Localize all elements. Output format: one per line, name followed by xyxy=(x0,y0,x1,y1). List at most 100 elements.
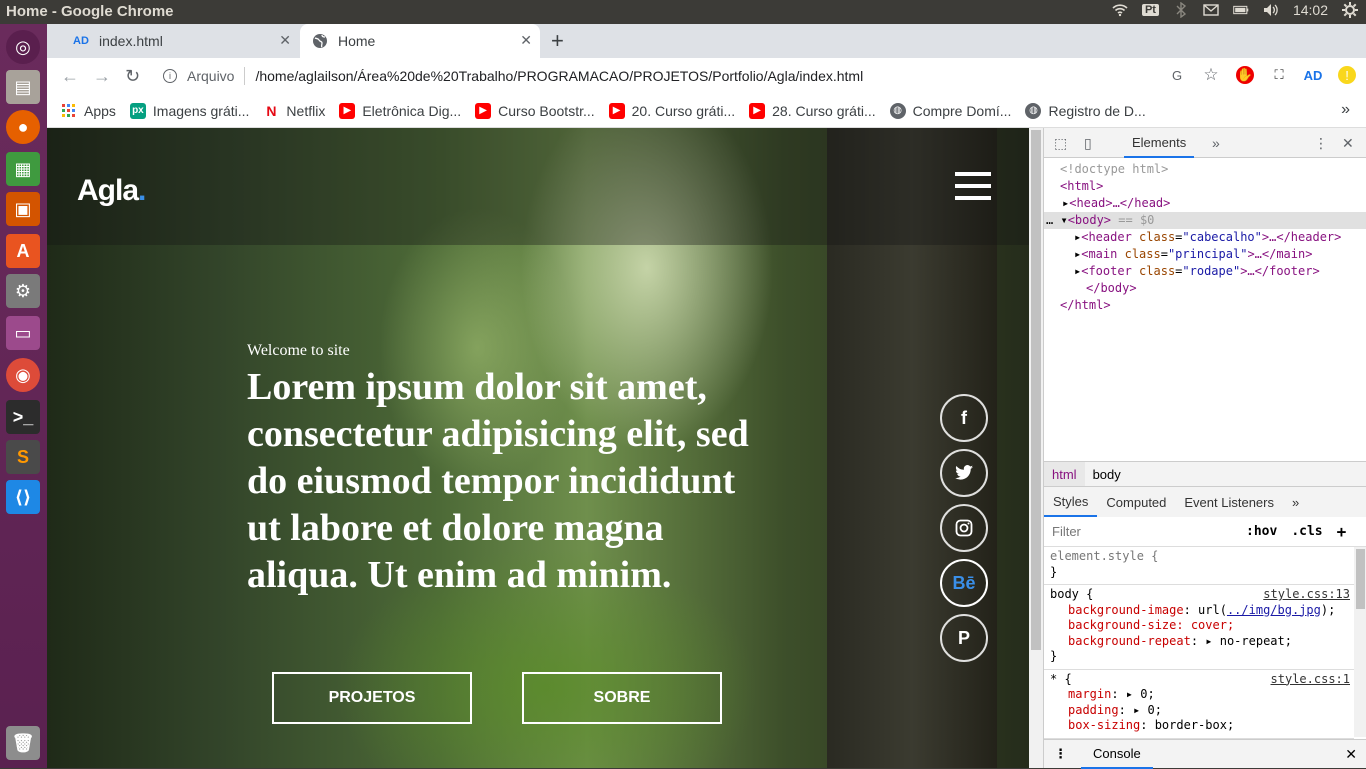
hov-toggle[interactable]: :hov xyxy=(1246,524,1277,539)
css-property[interactable]: margin: ▸ 0; xyxy=(1050,687,1348,703)
close-drawer-icon[interactable]: ✕ xyxy=(1345,746,1357,763)
keyboard-layout-indicator[interactable]: Pt xyxy=(1141,4,1159,16)
styles-scrollbar[interactable] xyxy=(1354,547,1366,737)
breadcrumb-html[interactable]: html xyxy=(1044,462,1085,486)
bookmark-item[interactable]: ▶ 28. Curso gráti... xyxy=(749,102,876,119)
settings-gear-icon[interactable] xyxy=(1342,2,1358,18)
dom-node[interactable]: ▸<main class="principal">…</main> xyxy=(1044,246,1366,263)
projects-button[interactable]: PROJETOS xyxy=(272,672,472,724)
mail-icon[interactable] xyxy=(1203,2,1219,18)
cls-toggle[interactable]: .cls xyxy=(1291,524,1322,539)
bookmark-item[interactable]: ▶ Eletrônica Dig... xyxy=(339,102,461,119)
vscode-icon[interactable]: ⟨⟩ xyxy=(6,480,40,514)
element-style-rule[interactable]: element.style { } xyxy=(1044,547,1354,585)
translate-icon[interactable]: G xyxy=(1168,66,1186,84)
ubuntu-dash-icon[interactable]: ◎ xyxy=(6,30,40,64)
bluetooth-icon[interactable] xyxy=(1173,2,1189,18)
dom-node[interactable]: ▸<footer class="rodape">…</footer> xyxy=(1044,263,1366,280)
bg-image-link[interactable]: ../img/bg.jpg xyxy=(1227,603,1321,617)
calc-spreadsheet-icon[interactable]: ▦ xyxy=(6,152,40,186)
dom-node[interactable]: </body> xyxy=(1044,280,1366,297)
inspect-element-icon[interactable]: ⬚ xyxy=(1054,135,1067,152)
tab-console[interactable]: Console xyxy=(1081,740,1153,769)
bookmark-item[interactable]: ◍ Compre Domí... xyxy=(889,102,1011,119)
sublime-text-icon[interactable]: S xyxy=(6,440,40,474)
page-scrollbar[interactable] xyxy=(1029,128,1043,768)
trash-icon[interactable]: 🗑 xyxy=(6,726,40,760)
software-center-icon[interactable]: A xyxy=(6,234,40,268)
scrollbar-thumb[interactable] xyxy=(1031,130,1041,650)
back-arrow-icon[interactable]: ← xyxy=(61,66,79,87)
close-tab-icon[interactable]: ✕ xyxy=(520,32,532,49)
dom-node[interactable]: </html> xyxy=(1044,297,1366,314)
breadcrumb-body[interactable]: body xyxy=(1085,467,1129,482)
screen-capture-icon[interactable]: ⛶ xyxy=(1270,66,1288,84)
clock[interactable]: 14:02 xyxy=(1293,2,1328,18)
instagram-icon[interactable] xyxy=(940,504,988,552)
tab-index-html[interactable]: AD index.html ✕ xyxy=(61,24,299,58)
impress-icon[interactable]: ▣ xyxy=(6,192,40,226)
tab-styles[interactable]: Styles xyxy=(1044,487,1098,517)
css-property[interactable]: background-image: url(../img/bg.jpg); xyxy=(1050,603,1348,619)
battery-icon[interactable] xyxy=(1233,2,1249,18)
bookmark-item[interactable]: N Netflix xyxy=(263,103,325,119)
info-icon[interactable]: i xyxy=(163,69,177,83)
dom-node[interactable]: <html> xyxy=(1044,178,1366,195)
body-rule[interactable]: style.css:13 body { background-image: ur… xyxy=(1044,585,1354,670)
new-rule-icon[interactable]: + xyxy=(1337,522,1347,541)
bookmark-item[interactable]: ◍ Registro de D... xyxy=(1025,102,1146,119)
address-bar[interactable]: i Arquivo /home/aglailson/Área%20de%20Tr… xyxy=(163,67,863,85)
new-tab-button[interactable]: + xyxy=(551,28,564,54)
css-property[interactable]: background-repeat: ▸ no-repeat; xyxy=(1050,634,1348,650)
wifi-icon[interactable] xyxy=(1112,2,1128,18)
close-devtools-icon[interactable]: ✕ xyxy=(1342,135,1354,152)
dom-node[interactable]: ▸<head>…</head> xyxy=(1044,195,1366,212)
bookmarks-overflow-icon[interactable]: » xyxy=(1341,101,1350,119)
hamburger-menu-icon[interactable] xyxy=(955,172,991,202)
tab-event-listeners[interactable]: Event Listeners xyxy=(1175,487,1283,517)
terminal-icon[interactable]: >_ xyxy=(6,400,40,434)
css-property[interactable]: box-sizing: border-box; xyxy=(1050,718,1348,734)
volume-icon[interactable] xyxy=(1263,2,1279,18)
adblock-icon[interactable]: ✋ xyxy=(1236,66,1254,84)
tab-home[interactable]: Home ✕ xyxy=(300,24,540,58)
bookmark-star-icon[interactable]: ☆ xyxy=(1202,65,1220,84)
behance-icon[interactable]: Bē xyxy=(940,559,988,607)
dom-node[interactable]: <!doctype html> xyxy=(1044,161,1366,178)
devtools-menu-icon[interactable]: ⋮ xyxy=(1314,135,1328,152)
site-logo[interactable]: Agla. xyxy=(77,174,146,208)
tab-computed[interactable]: Computed xyxy=(1097,487,1175,517)
facebook-icon[interactable]: f xyxy=(940,394,988,442)
files-icon[interactable]: ▤ xyxy=(6,70,40,104)
bookmark-apps[interactable]: Apps xyxy=(61,103,116,119)
url-text[interactable]: /home/aglailson/Área%20de%20Trabalho/PRO… xyxy=(255,68,863,84)
universal-rule[interactable]: style.css:1 * { margin: ▸ 0; padding: ▸ … xyxy=(1044,670,1354,739)
reload-icon[interactable]: ↻ xyxy=(125,66,140,87)
css-property[interactable]: background-size: cover; xyxy=(1050,618,1348,634)
window-app-icon[interactable]: ▭ xyxy=(6,316,40,350)
device-toolbar-icon[interactable]: ▯ xyxy=(1084,135,1092,152)
pinterest-icon[interactable]: P xyxy=(940,614,988,662)
system-settings-icon[interactable]: ⚙ xyxy=(6,274,40,308)
forward-arrow-icon[interactable]: → xyxy=(93,66,111,87)
bookmark-item[interactable]: ▶ Curso Bootstr... xyxy=(475,102,595,119)
profile-avatar-icon[interactable]: ! xyxy=(1338,66,1356,84)
bookmark-item[interactable]: px Imagens gráti... xyxy=(129,102,249,119)
more-panels-icon[interactable]: » xyxy=(1212,135,1220,151)
firefox-icon[interactable]: ● xyxy=(6,110,40,144)
rule-source-link[interactable]: style.css:1 xyxy=(1271,672,1350,688)
about-button[interactable]: SOBRE xyxy=(522,672,722,724)
bookmark-item[interactable]: ▶ 20. Curso gráti... xyxy=(608,102,735,119)
rule-source-link[interactable]: style.css:13 xyxy=(1263,587,1350,603)
css-property[interactable]: padding: ▸ 0; xyxy=(1050,703,1348,719)
twitter-icon[interactable] xyxy=(940,449,988,497)
dom-node[interactable]: ▸<header class="cabecalho">…</header> xyxy=(1044,229,1366,246)
drawer-menu-icon[interactable]: ⋮ xyxy=(1054,746,1067,762)
filter-input[interactable]: Filter xyxy=(1052,524,1232,539)
tab-elements[interactable]: Elements xyxy=(1124,128,1195,158)
chrome-icon[interactable]: ◉ xyxy=(6,358,40,392)
close-tab-icon[interactable]: ✕ xyxy=(279,32,291,49)
dom-node-selected[interactable]: … ▾<body> == $0 xyxy=(1044,212,1366,229)
more-tabs-icon[interactable]: » xyxy=(1283,487,1308,517)
extension-ad-icon[interactable]: AD xyxy=(1304,66,1323,84)
